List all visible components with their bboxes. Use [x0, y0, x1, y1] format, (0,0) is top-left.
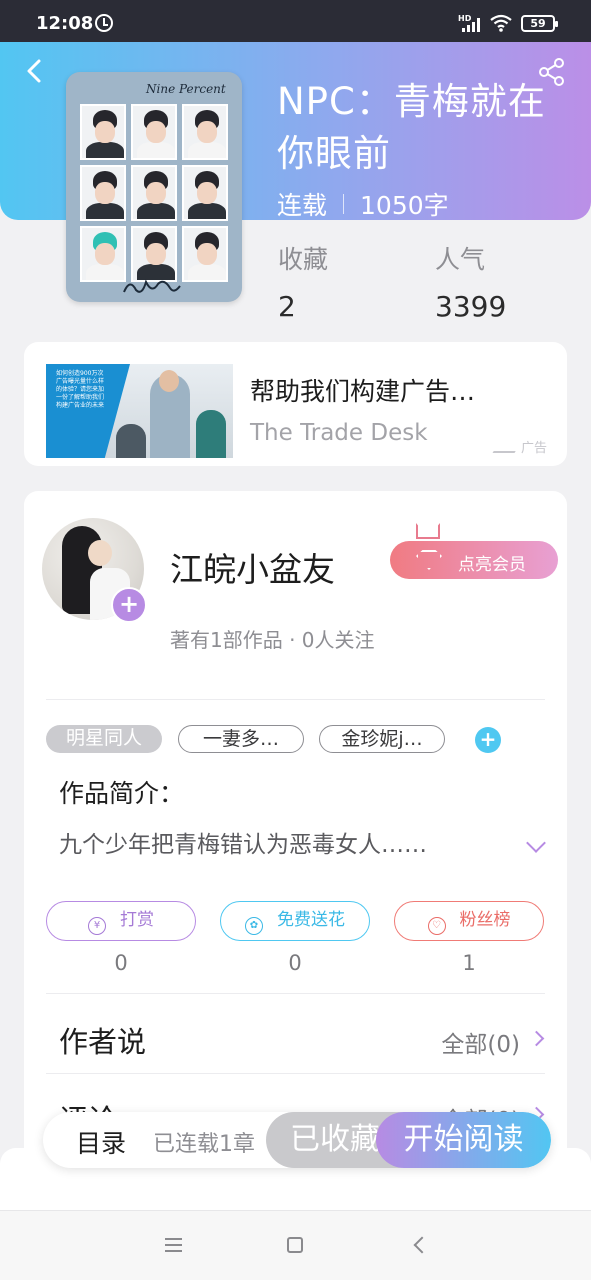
tag[interactable]: 金珍妮j… [319, 725, 445, 753]
ad-title: 帮助我们构建广告… [250, 377, 476, 406]
system-nav-bar [0, 1210, 591, 1280]
chapter-count: 已连载1章 [153, 1132, 255, 1157]
tag[interactable]: 一妻多… [178, 725, 304, 753]
author-card: + 江皖小盆友 点亮会员 著有1部作品 · 0人关注 明星同人 一妻多… 金珍妮… [24, 491, 567, 1191]
cover-photo [131, 104, 177, 160]
flower-count: 0 [288, 951, 302, 975]
ad-card[interactable]: 如何创造900万次广告曝光量什么样的体验？请您来加一份了解帮助我们构建广告业的未… [24, 342, 567, 466]
battery-icon: 59 [521, 15, 558, 32]
cover-photo [80, 165, 126, 221]
stat-popularity: 人气 3399 [435, 240, 506, 323]
plus-icon: + [479, 727, 497, 751]
cover-photo [182, 165, 228, 221]
stat-favorites: 收藏 2 [278, 240, 328, 323]
user-heart-icon: ♡ [427, 917, 446, 935]
alarm-icon [95, 14, 113, 32]
chevron-right-icon[interactable] [528, 1030, 545, 1047]
intro-label: 作品简介： [59, 779, 185, 808]
ad-badge: 广告 [492, 437, 547, 456]
chevron-down-icon[interactable] [526, 833, 546, 853]
chevron-left-icon [27, 59, 41, 83]
cover-photo [80, 104, 126, 160]
tag[interactable]: 明星同人 [46, 725, 162, 753]
follow-button[interactable]: + [111, 587, 147, 623]
book-word-count: 1050字 [360, 191, 449, 220]
fan-count: 1 [462, 951, 476, 975]
start-reading-button[interactable]: 开始阅读 [376, 1112, 551, 1168]
book-meta: 连载 1050字 [277, 186, 449, 222]
yen-icon: ¥ [88, 917, 106, 935]
stat-value: 2 [278, 290, 296, 323]
signal-icon [462, 17, 480, 32]
add-tag-button[interactable]: + [475, 727, 501, 753]
cover-photo [182, 226, 228, 282]
author-stats: 著有1部作品 · 0人关注 [170, 628, 375, 652]
book-status: 连载 [277, 191, 328, 220]
send-flower-button[interactable]: ✿ 免费送花 [220, 901, 370, 941]
plus-icon: + [118, 590, 140, 618]
stat-value: 3399 [435, 290, 507, 323]
flower-icon: ✿ [245, 917, 263, 935]
stat-label: 收藏 [278, 245, 329, 274]
ad-source: The Trade Desk [250, 420, 428, 446]
book-title: NPC：青梅就在你眼前 [277, 80, 546, 175]
divider [46, 699, 545, 700]
cover-signature [123, 279, 181, 293]
intro-text: 九个少年把青梅错认为恶毒女人…… [59, 832, 427, 858]
bottom-action-bar: 目录 已连载1章 已收藏 开始阅读 [43, 1112, 551, 1168]
wifi-icon [490, 14, 512, 32]
ad-logo-icon [492, 440, 522, 453]
action-label: 免费送花 [277, 910, 345, 930]
back-icon[interactable] [413, 1236, 431, 1254]
diamond-icon [416, 550, 442, 570]
cover-title: Nine Percent [146, 82, 226, 96]
tip-count: 0 [114, 951, 128, 975]
status-time: 12:08 [36, 13, 94, 34]
author-name[interactable]: 江皖小盆友 [170, 543, 335, 591]
fan-ranking-button[interactable]: ♡ 粉丝榜 [394, 901, 544, 941]
vip-button[interactable]: 点亮会员 [390, 541, 558, 579]
crown-icon [416, 523, 440, 539]
menu-icon[interactable] [165, 1238, 182, 1252]
stat-label: 人气 [435, 245, 486, 274]
tip-button[interactable]: ¥ 打赏 [46, 901, 196, 941]
meta-divider [343, 194, 345, 214]
back-button[interactable] [22, 58, 48, 84]
ad-badge-label: 广告 [520, 441, 547, 456]
home-icon[interactable] [287, 1237, 303, 1253]
ad-image: 如何创造900万次广告曝光量什么样的体验？请您来加一份了解帮助我们构建广告业的未… [46, 364, 233, 458]
status-bar: 12:08 HD 59 [0, 0, 591, 42]
toc-button[interactable]: 目录 [76, 1124, 126, 1160]
author-notes-label: 作者说 [59, 1025, 147, 1059]
author-notes-all-link[interactable]: 全部(0) [441, 1025, 520, 1059]
cover-photo-grid [80, 104, 228, 282]
divider [46, 1073, 545, 1074]
book-cover[interactable]: Nine Percent [66, 72, 242, 302]
vip-button-label: 点亮会员 [458, 555, 526, 575]
ad-image-text: 如何创造900万次广告曝光量什么样的体验？请您来加一份了解帮助我们构建广告业的未… [56, 370, 105, 409]
cover-photo [131, 165, 177, 221]
cover-photo [182, 104, 228, 160]
cover-photo [80, 226, 126, 282]
divider [46, 993, 545, 994]
action-label: 粉丝榜 [459, 910, 511, 930]
action-label: 打赏 [120, 910, 154, 930]
